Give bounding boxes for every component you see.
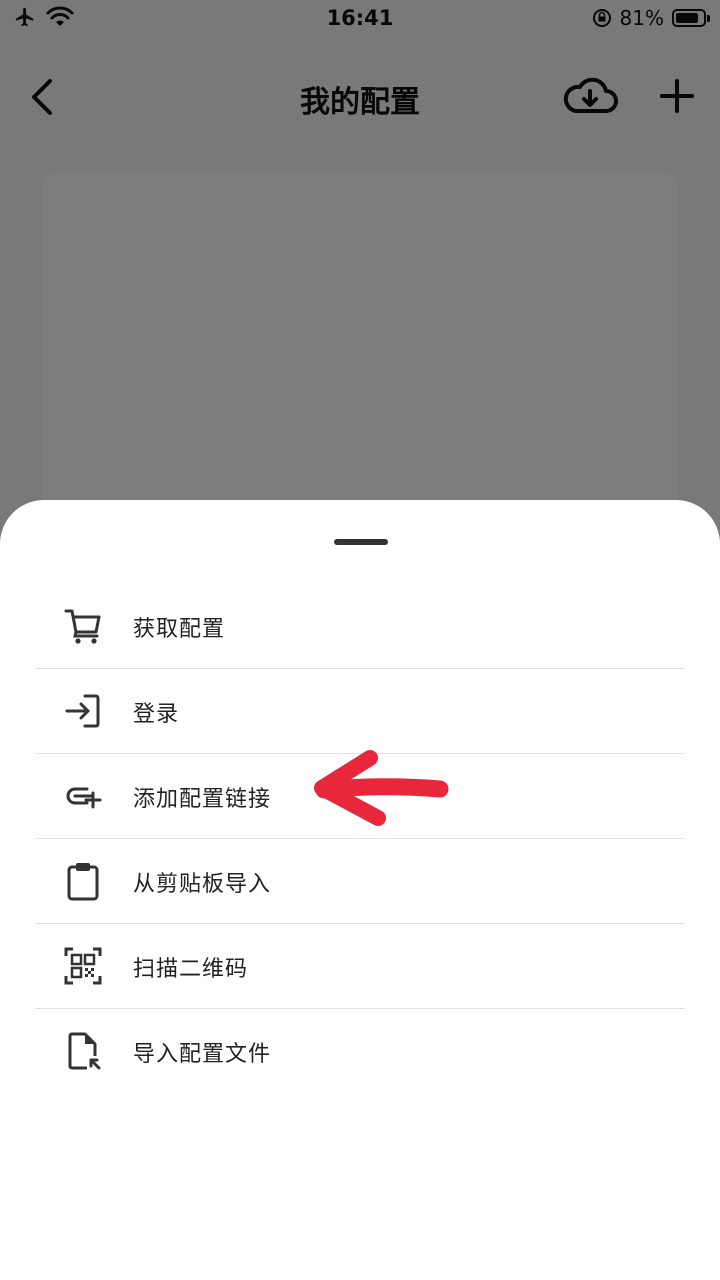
menu-item-import-file[interactable]: 导入配置文件: [35, 1009, 685, 1093]
clipboard-icon: [67, 863, 99, 901]
cart-icon: [64, 609, 101, 644]
sheet-drag-handle[interactable]: [334, 539, 388, 545]
menu-item-get-config[interactable]: 获取配置: [35, 584, 685, 669]
login-icon: [65, 694, 100, 728]
action-menu: 获取配置 登录 添加配置链接 从剪贴板导入 扫描二维码 导入配置文件: [35, 584, 685, 1093]
menu-item-scan-qr[interactable]: 扫描二维码: [35, 924, 685, 1009]
menu-item-label: 添加配置链接: [133, 787, 272, 812]
add-link-icon: [66, 787, 102, 809]
menu-item-label: 扫描二维码: [133, 957, 249, 982]
menu-item-label: 获取配置: [133, 617, 226, 642]
menu-item-label: 导入配置文件: [133, 1042, 272, 1067]
qr-scan-icon: [64, 947, 102, 985]
menu-item-label: 登录: [133, 702, 180, 727]
file-import-icon: [68, 1032, 101, 1070]
annotation-arrow-icon: [314, 750, 449, 826]
menu-item-login[interactable]: 登录: [35, 669, 685, 754]
action-bottom-sheet: 获取配置 登录 添加配置链接 从剪贴板导入 扫描二维码 导入配置文件: [0, 500, 720, 1280]
menu-item-import-clipboard[interactable]: 从剪贴板导入: [35, 839, 685, 924]
menu-item-label: 从剪贴板导入: [133, 872, 272, 897]
